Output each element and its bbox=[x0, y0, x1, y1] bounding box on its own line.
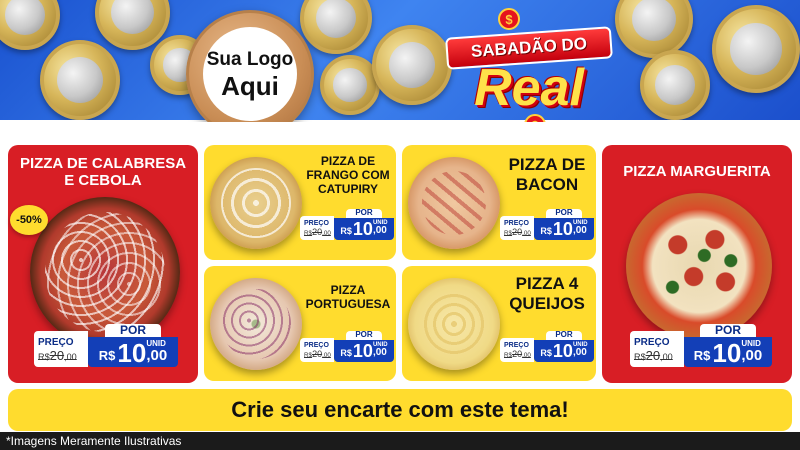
promo-banner: Crie seu encarte com este tema! bbox=[8, 389, 792, 431]
product-card-queijos[interactable]: PIZZA 4 QUEIJOS bbox=[402, 266, 596, 381]
logo-text-line1: Sua Logo bbox=[206, 48, 294, 70]
coin-image bbox=[300, 0, 372, 54]
price-tag: PREÇO R$20,00 POR R$ 10 UNID ,00 bbox=[300, 330, 394, 362]
new-price: R$ 10 UNID ,00 bbox=[88, 337, 178, 368]
product-card-portuguesa[interactable]: PIZZA PORTUGUESA bbox=[204, 266, 396, 381]
header-banner: Sua Logo Aqui $ SABADÃO DO Real $ bbox=[0, 0, 800, 122]
coin-image bbox=[615, 0, 693, 58]
pizza-bacon-image bbox=[408, 157, 500, 249]
product-card-bacon[interactable]: PIZZA DE BACON bbox=[402, 145, 596, 260]
pizza-queijos-image bbox=[408, 278, 500, 370]
por-label: POR bbox=[105, 323, 161, 338]
footer-disclaimer: *Imagens Meramente Ilustrativas bbox=[0, 432, 800, 450]
price-tag: PREÇO R$20,00 POR R$ 10 UNID ,00 bbox=[300, 208, 394, 240]
product-title: PIZZA PORTUGUESA bbox=[305, 283, 391, 311]
price-tag: PREÇO R$20,00 POR R$ 10 UNID ,00 bbox=[34, 323, 178, 368]
coin-image bbox=[640, 50, 710, 120]
product-title: PIZZA DE FRANGO COM CATUPIRY bbox=[306, 154, 390, 196]
logo-placeholder: Sua Logo Aqui bbox=[186, 10, 314, 122]
pizza-portuguesa-image bbox=[210, 278, 302, 370]
discount-badge: -50% bbox=[10, 205, 48, 235]
price-tag: PREÇO R$20,00 POR R$ 10 UNID ,00 bbox=[500, 330, 594, 362]
product-title: PIZZA DE CALABRESA E CEBOLA bbox=[19, 155, 187, 190]
logo-text-line2: Aqui bbox=[221, 70, 279, 101]
coin-image bbox=[712, 5, 800, 93]
coin-image bbox=[0, 0, 60, 50]
promo-word: Real bbox=[474, 59, 584, 117]
coin-image bbox=[372, 25, 452, 105]
price-tag: PREÇO R$20,00 POR R$ 10 UNID ,00 bbox=[500, 208, 594, 240]
price-tag: PREÇO R$20,00 POR R$ 10 UNID ,00 bbox=[630, 323, 772, 368]
product-title: PIZZA MARGUERITA bbox=[623, 163, 771, 180]
pizza-marguerita-image bbox=[626, 193, 772, 339]
price-label: PREÇO bbox=[38, 336, 74, 348]
dollar-icon: $ bbox=[498, 8, 520, 30]
product-card-frango[interactable]: PIZZA DE FRANGO COM CATUPIRY bbox=[204, 145, 396, 260]
product-title: PIZZA DE BACON bbox=[508, 155, 586, 194]
pizza-frango-image bbox=[210, 157, 302, 249]
product-title: PIZZA 4 QUEIJOS bbox=[509, 274, 585, 313]
promo-title: $ SABADÃO DO Real $ bbox=[445, 8, 613, 122]
coin-image bbox=[320, 55, 380, 115]
old-price: R$20,00 bbox=[38, 347, 77, 363]
coin-image bbox=[40, 40, 120, 120]
